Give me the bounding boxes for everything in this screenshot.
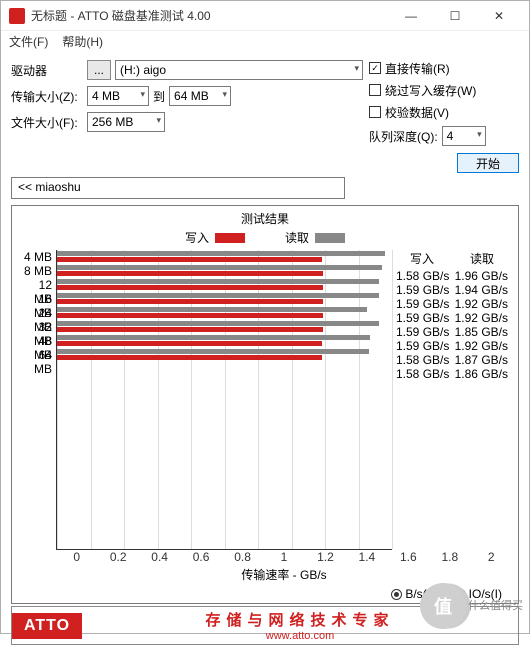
bar-row	[57, 292, 392, 306]
start-button[interactable]: 开始	[457, 153, 519, 173]
bar-row	[57, 306, 392, 320]
x-axis-ticks: 00.20.40.60.811.21.41.61.82	[56, 550, 512, 564]
maximize-button[interactable]: ☐	[433, 1, 477, 31]
browse-button[interactable]: ...	[87, 60, 111, 80]
bypass-cache-checkbox[interactable]: 绕过写入缓存(W)	[369, 79, 519, 101]
bar-row	[57, 250, 392, 264]
bar-row	[57, 348, 392, 362]
y-axis-labels: 4 MB8 MB12 MB16 MB24 MB32 MB48 MB64 MB	[18, 250, 56, 550]
window-title: 无标题 - ATTO 磁盘基准测试 4.00	[31, 7, 389, 24]
drive-select[interactable]: (H:) aigo	[115, 60, 363, 80]
bar-row	[57, 278, 392, 292]
watermark: 值 什么值得买	[420, 578, 530, 634]
xfer-to-select[interactable]: 64 MB	[169, 86, 231, 106]
menu-file[interactable]: 文件(F)	[9, 33, 48, 50]
close-button[interactable]: ✕	[477, 1, 521, 31]
qd-label: 队列深度(Q):	[369, 128, 438, 145]
legend-write: 写入	[185, 229, 245, 246]
drive-label: 驱动器	[11, 62, 83, 79]
bar-row	[57, 334, 392, 348]
description-input[interactable]: << miaoshu	[11, 177, 345, 199]
chart-title: 测试结果	[18, 210, 512, 227]
verify-checkbox[interactable]: 校验数据(V)	[369, 101, 519, 123]
filesize-label: 文件大小(F):	[11, 114, 83, 131]
atto-logo: ATTO	[12, 613, 82, 639]
xfersize-label: 传输大小(Z):	[11, 88, 83, 105]
legend-read: 读取	[285, 229, 345, 246]
xfer-from-select[interactable]: 4 MB	[87, 86, 149, 106]
values-column: 写入读取 1.58 GB/s1.96 GB/s1.59 GB/s1.94 GB/…	[392, 250, 512, 550]
app-icon	[9, 8, 25, 24]
menu-help[interactable]: 帮助(H)	[62, 33, 103, 50]
direct-io-checkbox[interactable]: ✓直接传输(R)	[369, 57, 519, 79]
results-panel: 测试结果 写入 读取 4 MB8 MB12 MB16 MB24 MB32 MB4…	[11, 205, 519, 604]
qd-select[interactable]: 4	[442, 126, 486, 146]
filesize-select[interactable]: 256 MB	[87, 112, 165, 132]
bar-chart	[56, 250, 392, 550]
minimize-button[interactable]: —	[389, 1, 433, 31]
bar-row	[57, 264, 392, 278]
bar-row	[57, 320, 392, 334]
to-label: 到	[153, 88, 165, 105]
